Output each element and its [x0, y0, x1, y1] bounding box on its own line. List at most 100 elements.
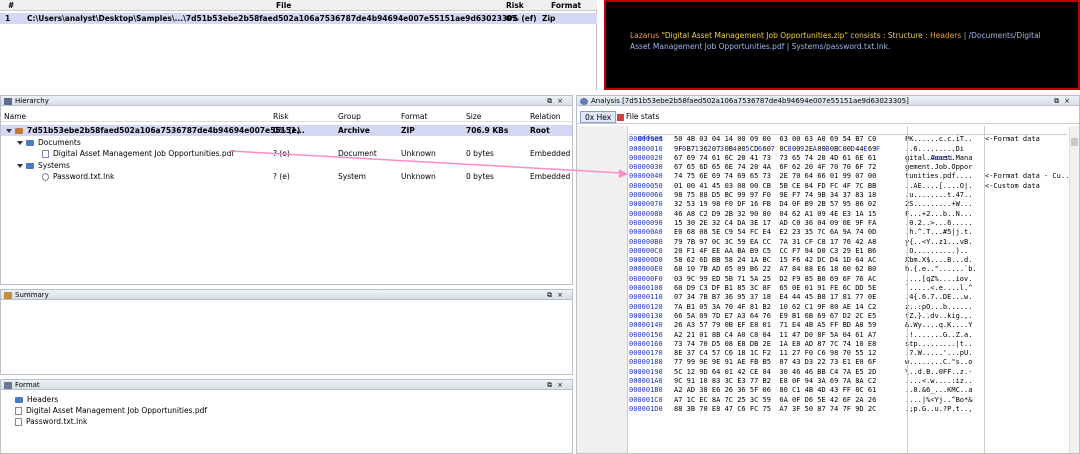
lnk-name: Password.txt.lnk [53, 172, 115, 181]
expand-icon[interactable] [17, 164, 23, 168]
info-prefix: Lazarus [630, 31, 662, 40]
tree-row-lnk[interactable]: Password.txt.lnk ? (e) System Unknown 0 … [1, 171, 572, 182]
close-icon[interactable]: × [557, 291, 568, 299]
hex-offset: 000000D0 [629, 256, 663, 265]
hex-row[interactable]: 000000B0 79 7B 97 0C 3C 59 EA CC 7A 31 CF… [629, 238, 1067, 247]
format-item[interactable]: Headers [15, 394, 58, 405]
hex-row[interactable]: 00000060 98 75 88 D5 BC 99 97 F0 9E F7 74… [629, 191, 1067, 200]
hex-row[interactable]: 00000170 8E 37 C4 57 C6 18 1C F2 11 27 F0… [629, 349, 1067, 358]
hex-row[interactable]: 000000E0 68 10 7B AD 65 09 B6 22 A7 84 88… [629, 265, 1067, 274]
lnk-relation: Embedded [530, 172, 571, 181]
documents-label: Documents [38, 138, 81, 147]
hex-row[interactable]: 000001A0 9C 91 10 83 3C E3 77 B2 E8 0F 94… [629, 377, 1067, 386]
pdf-relation: Embedded [530, 149, 571, 158]
hex-row[interactable]: 00000070 32 53 19 98 F0 DF 16 FB D4 0F B9… [629, 200, 1067, 209]
hex-ascii: .!.......G..Z.a. [905, 330, 973, 339]
hex-ascii: &.Wy....q.K....Y [905, 321, 973, 330]
pin-icon[interactable]: ⧉ [547, 381, 557, 389]
hex-row[interactable]: 00000190 5C 12 9D 64 01 42 CE 04 30 46 46… [629, 368, 1067, 377]
hex-separator [907, 126, 908, 453]
close-icon[interactable]: × [557, 97, 568, 105]
col-format[interactable]: Format [401, 111, 427, 122]
hierarchy-header: Name Risk Group Format Size Relation [1, 111, 572, 122]
hex-row[interactable]: 00000120 7A B1 05 3A 70 4F 81 B2 10 62 C1… [629, 303, 1067, 312]
archive-icon [15, 128, 23, 134]
pin-icon[interactable]: ⧉ [1054, 97, 1064, 105]
hex-row[interactable]: 00000020 67 69 74 61 6C 20 41 73 73 65 74… [629, 154, 1067, 163]
pdf-file-icon [42, 150, 49, 158]
hex-row[interactable]: 000001D0 88 3B 70 E8 47 C6 FC 75 A7 3F 50… [629, 405, 1067, 414]
hex-row[interactable]: 00000000 50 4B 03 04 14 00 09 00 63 00 63… [629, 135, 1067, 144]
hex-row[interactable]: 000001C0 A7 1C EC 8A 7C 25 3C 59 6A 0F D6… [629, 396, 1067, 405]
pin-icon[interactable]: ⧉ [547, 291, 557, 299]
hex-row[interactable]: 00000100 60 D9 C3 DF B1 85 3C 8F 65 0E 01… [629, 284, 1067, 293]
tab-file-stats[interactable]: File stats [617, 111, 659, 123]
close-icon[interactable]: × [1064, 97, 1075, 105]
hex-bytes: 32 53 19 98 F0 DF 16 FB D4 0F B9 2B 57 9… [674, 200, 877, 209]
sample-row[interactable]: 1 C:\Users\analyst\Desktop\Samples\...\7… [0, 13, 597, 24]
hex-row[interactable]: 00000050 01 00 41 45 03 08 00 CB 5B CE 84… [629, 182, 1067, 191]
hex-row[interactable]: 00000180 77 99 9E 9E 91 AE FB B5 87 43 D3… [629, 358, 1067, 367]
hex-row[interactable]: 00000140 26 A3 57 79 0B EF E8 01 71 E4 4B… [629, 321, 1067, 330]
hex-ascii: .4{.6.7..DE...w. [905, 293, 973, 302]
tree-row-root[interactable]: 7d51b53ebe2b58faed502a106a7536787de4b946… [1, 125, 572, 136]
systems-label: Systems [38, 161, 70, 170]
scrollbar-thumb[interactable] [1071, 138, 1078, 146]
hex-row[interactable]: 00000130 66 5A 09 7D E7 A3 64 76 E9 B1 6B… [629, 312, 1067, 321]
hex-row[interactable]: 000001B0 A2 AD 38 E6 26 36 5F 06 80 C1 4B… [629, 386, 1067, 395]
col-relation[interactable]: Relation [530, 111, 561, 122]
hex-ascii: .h.^.T...#5|j.t. [905, 228, 973, 237]
format-item[interactable]: Password.txt.lnk [15, 416, 87, 427]
lnk-file-icon [15, 418, 22, 426]
hex-offset: 00000190 [629, 367, 663, 376]
hex-row[interactable]: 000000F0 03 9C 99 ED 5B 71 5A 25 D2 F9 85… [629, 275, 1067, 284]
panel-buttons[interactable]: ⧉× [1054, 96, 1075, 106]
col-file[interactable]: File [276, 0, 291, 11]
hex-bytes: 73 74 70 D5 08 E8 DB 2E 1A E8 AD 87 7C 7… [674, 339, 877, 348]
tree-row-systems[interactable]: Systems [17, 160, 70, 171]
hex-row[interactable]: 00000030 67 65 6D 65 6E 74 20 4A 6F 62 20… [629, 163, 1067, 172]
hex-row[interactable]: 00000150 A2 21 01 8B C4 A0 C8 04 11 47 D0… [629, 331, 1067, 340]
pdf-group: Document [338, 149, 377, 158]
col-risk[interactable]: Risk [506, 0, 524, 11]
root-group: Archive [338, 126, 370, 135]
sample-path: C:\Users\analyst\Desktop\Samples\...\7d5… [27, 14, 518, 23]
col-index[interactable]: # [8, 0, 14, 11]
vertical-scrollbar[interactable] [1069, 126, 1079, 453]
hex-view[interactable]: Offset 0 1 2 3 4 5 6 7 8 9 A B C D E F A… [629, 126, 1074, 453]
col-name[interactable]: Name [4, 111, 26, 122]
panel-buttons[interactable]: ⧉× [547, 290, 568, 300]
col-size[interactable]: Size [466, 111, 481, 122]
hex-row[interactable]: 000000A0 E0 68 08 5E C9 54 FC E4 E2 23 35… [629, 228, 1067, 237]
pdf-size: 0 bytes [466, 149, 494, 158]
format-item[interactable]: Digital Asset Management Job Opportuniti… [15, 405, 207, 416]
hex-row[interactable]: 00000160 73 74 70 D5 08 E8 DB 2E 1A E8 AD… [629, 340, 1067, 349]
hex-row[interactable]: 00000110 07 34 7B B7 36 95 37 18 E4 44 45… [629, 293, 1067, 302]
hex-row[interactable]: 000000D0 58 62 6D BB 58 24 1A BC 15 F6 42… [629, 256, 1067, 265]
hex-row[interactable]: 00000090 15 30 2E 32 C4 DA 3E 17 AD C0 36… [629, 219, 1067, 228]
col-group[interactable]: Group [338, 111, 361, 122]
info-panel: Lazarus "Digital Asset Management Job Op… [604, 0, 1080, 90]
hex-row[interactable]: 000000C0 20 F1 4F EE AA BA B9 C5 CC F7 94… [629, 247, 1067, 256]
hierarchy-titlebar: Hierarchy ⧉× [0, 95, 573, 106]
hex-bytes: 20 F1 4F EE AA BA B9 C5 CC F7 94 D0 C3 2… [674, 246, 877, 255]
hex-row[interactable]: 00000040 74 75 6E 69 74 69 65 73 2E 70 64… [629, 172, 1074, 181]
expand-icon[interactable] [6, 129, 12, 133]
hex-bytes: 03 9C 99 ED 5B 71 5A 25 D2 F9 85 B0 69 6… [674, 274, 877, 283]
hex-row[interactable]: 00000010 9F B7 36 07 0B 00 CD 60 0C 00 2E… [629, 145, 1067, 154]
tab-hex[interactable]: 0x Hex [580, 111, 617, 123]
tree-row-pdf[interactable]: Digital Asset Management Job Opportuniti… [1, 148, 572, 159]
panel-buttons[interactable]: ⧉× [547, 96, 568, 106]
expand-icon[interactable] [17, 141, 23, 145]
pin-icon[interactable]: ⧉ [547, 97, 557, 105]
hex-ascii: .;p.G..u.?P.t.., [905, 404, 973, 413]
close-icon[interactable]: × [557, 381, 568, 389]
hex-bytes: 50 4B 03 04 14 00 09 00 63 00 63 A0 69 5… [674, 135, 877, 144]
col-risk[interactable]: Risk [273, 111, 289, 122]
panel-buttons[interactable]: ⧉× [547, 380, 568, 390]
info-filename: "Digital Asset Management Job Opportunit… [661, 31, 849, 40]
col-format[interactable]: Format [551, 0, 581, 11]
hex-row[interactable]: 00000080 46 A8 C2 D9 2B 32 90 80 04 62 A1… [629, 210, 1067, 219]
tree-row-documents[interactable]: Documents [17, 137, 81, 148]
info-consists: consists : Structure : [848, 31, 931, 40]
